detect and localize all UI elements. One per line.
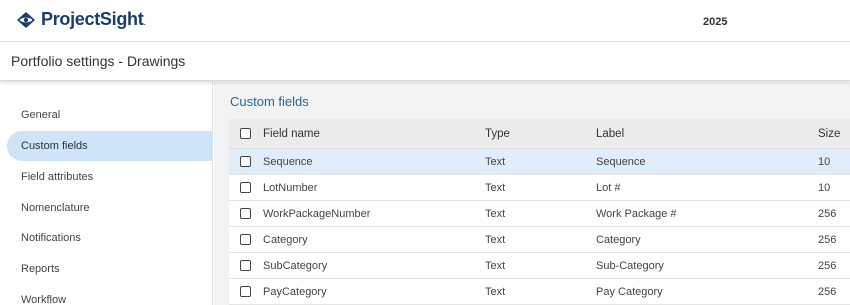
column-header-field-name[interactable]: Field name [263,119,320,148]
field-name-cell: SubCategory [263,259,328,272]
page-title: Portfolio settings - Drawings [11,53,186,69]
size-cell: 256 [818,233,837,246]
size-cell: 10 [818,181,831,194]
sidebar-item-notifications[interactable]: Notifications [7,223,213,253]
row-checkbox-cell [240,201,251,226]
settings-sidebar: General Custom fields Field attributes N… [0,82,213,305]
row-checkbox-cell [240,149,251,174]
type-cell: Text [485,207,506,220]
brand-name: ProjectSight. [41,9,146,30]
row-checkbox[interactable] [240,286,251,297]
projectsight-logo-icon [17,11,35,28]
label-cell: Category [596,233,641,246]
table-row[interactable]: SubCategory Text Sub-Category 256 [229,253,850,279]
row-checkbox-cell [240,253,251,278]
custom-fields-table: Field name Type Label Size Sequence Text… [229,119,850,305]
label-cell: Lot # [596,181,621,194]
table-row[interactable]: WorkPackageNumber Text Work Package # 25… [229,201,850,227]
type-cell: Text [485,155,506,168]
main-content: Custom fields Field name Type Label Size… [214,82,850,305]
section-title: Custom fields [230,94,309,109]
size-cell: 256 [818,207,837,220]
table-row[interactable]: PayCategory Text Pay Category 256 [229,279,850,305]
column-header-size[interactable]: Size [818,119,840,148]
sidebar-item-workflow[interactable]: Workflow [7,285,213,305]
row-checkbox[interactable] [240,182,251,193]
row-checkbox[interactable] [240,234,251,245]
table-row[interactable]: LotNumber Text Lot # 10 [229,175,850,201]
row-checkbox[interactable] [240,208,251,219]
field-name-cell: Sequence [263,155,313,168]
field-name-cell: WorkPackageNumber [263,207,371,220]
field-name-cell: Category [263,233,308,246]
sidebar-item-field-attributes[interactable]: Field attributes [7,162,213,192]
label-cell: Sub-Category [596,259,664,272]
column-header-type[interactable]: Type [485,119,510,148]
size-cell: 256 [818,285,837,298]
label-cell: Work Package # [596,207,677,220]
sidebar-item-nomenclature[interactable]: Nomenclature [7,193,213,223]
title-bar: Portfolio settings - Drawings [0,43,850,81]
label-cell: Sequence [596,155,646,168]
row-checkbox[interactable] [240,156,251,167]
projectsight-logo[interactable]: ProjectSight. [15,9,146,30]
type-cell: Text [485,259,506,272]
table-row[interactable]: Sequence Text Sequence 10 [229,149,850,175]
label-cell: Pay Category [596,285,663,298]
brand-text: ProjectSight [41,9,144,29]
row-checkbox-cell [240,279,251,304]
brand-trademark: . [143,17,146,28]
select-all-cell [240,119,251,148]
sidebar-item-custom-fields[interactable]: Custom fields [7,131,213,161]
row-checkbox-cell [240,227,251,252]
column-header-label[interactable]: Label [596,119,624,148]
row-checkbox[interactable] [240,260,251,271]
type-cell: Text [485,181,506,194]
year-selector[interactable]: 2025 [703,16,727,28]
sidebar-item-reports[interactable]: Reports [7,254,213,284]
field-name-cell: PayCategory [263,285,327,298]
top-bar: ProjectSight. 2025 [0,0,850,42]
table-header: Field name Type Label Size [229,119,850,149]
table-row[interactable]: Category Text Category 256 [229,227,850,253]
size-cell: 256 [818,259,837,272]
type-cell: Text [485,233,506,246]
size-cell: 10 [818,155,831,168]
field-name-cell: LotNumber [263,181,318,194]
sidebar-item-general[interactable]: General [7,100,213,130]
select-all-checkbox[interactable] [240,128,251,139]
type-cell: Text [485,285,506,298]
row-checkbox-cell [240,175,251,200]
